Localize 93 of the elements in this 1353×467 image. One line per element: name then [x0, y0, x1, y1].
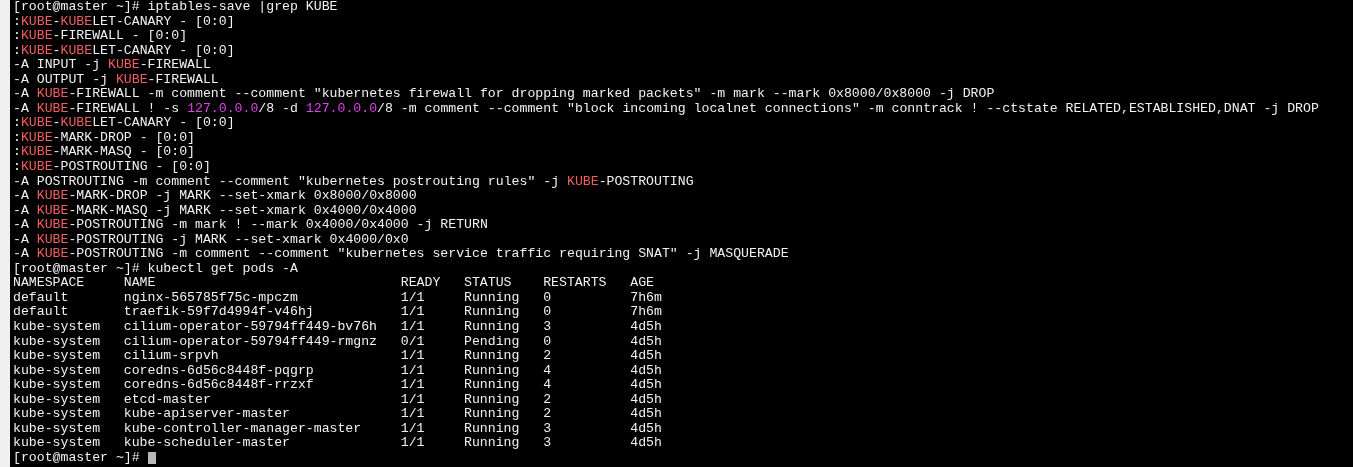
table-cell: Running — [464, 363, 520, 379]
table-cell: 0 — [543, 290, 552, 306]
table-cell: kube-system — [13, 320, 101, 335]
table-cell: Running — [464, 378, 520, 393]
table-cell: 1/1 — [400, 392, 425, 408]
table-cell: 4d5h — [630, 407, 662, 422]
table-cell: default — [13, 290, 69, 306]
terminal-line: -A KUBE-MARK-MASQ -j MARK --set-xmark 0x4000/0x4000 — [13, 203, 417, 219]
table-cell: Running — [464, 421, 520, 437]
table-cell: 4d5h — [630, 320, 662, 335]
terminal-line: -A INPUT -j KUBE-FIREWALL — [13, 58, 211, 73]
table-cell: 1/1 — [400, 290, 425, 306]
table-cell: kube-system — [13, 363, 101, 379]
table-cell: Running — [464, 290, 520, 306]
table-cell: 4d5h — [630, 421, 662, 437]
table-cell: Running — [464, 320, 520, 335]
table-cell: 1/1 — [400, 349, 425, 364]
table-cell: 3 — [543, 421, 552, 437]
table-cell: kube-controller-manager-master — [123, 421, 362, 437]
table-cell: cilium-operator-59794ff449-bv76h — [123, 320, 378, 335]
terminal-line: :KUBE-FIREWALL - [0:0] — [13, 29, 188, 44]
table-cell: Pending — [464, 334, 520, 350]
table-cell: traefik-59f7d4994f-v46hj — [123, 305, 314, 321]
table-cell: 4d5h — [630, 349, 662, 364]
terminal-line: -A OUTPUT -j KUBE-FIREWALL — [13, 72, 219, 88]
column-header: STATUS — [464, 276, 512, 291]
table-cell: 1/1 — [400, 436, 425, 451]
terminal-line: -A KUBE-FIREWALL ! -s 127.0.0.0/8 -d 127.0.0.0/8 -m comment --comment "block incoming localnet connections" -m conntrack ! --ctstate RELATED,ESTABLISHED,DNAT -j DROP — [13, 101, 1319, 117]
terminal-line: :KUBE-KUBELET-CANARY - [0:0] — [13, 116, 235, 131]
column-header: NAME — [123, 276, 156, 291]
terminal-line: -A KUBE-POSTROUTING -m mark ! --mark 0x4000/0x4000 -j RETURN — [13, 218, 488, 233]
terminal-line: :KUBE-POSTROUTING - [0:0] — [13, 160, 211, 175]
table-cell: 2 — [543, 407, 552, 422]
text-cursor — [147, 452, 156, 465]
table-cell: 4d5h — [630, 363, 662, 379]
terminal-line: :KUBE-MARK-DROP - [0:0] — [13, 130, 196, 146]
table-cell: 3 — [543, 436, 552, 451]
terminal-line: -A KUBE-POSTROUTING -j MARK --set-xmark 0x4000/0x0 — [13, 232, 409, 248]
terminal-line: -A POSTROUTING -m comment --comment "kubernetes postrouting rules" -j KUBE-POSTROUTING — [13, 174, 694, 190]
table-cell: 4d5h — [630, 436, 662, 451]
table-cell: 7h6m — [630, 305, 662, 321]
table-cell: nginx-565785f75c-mpczm — [123, 290, 298, 306]
table-cell: etcd-master — [123, 392, 211, 408]
table-cell: kube-system — [13, 334, 101, 350]
table-cell: 4 — [543, 363, 552, 379]
table-cell: 4d5h — [630, 334, 662, 350]
table-cell: cilium-srpvh — [123, 349, 219, 364]
table-cell: kube-system — [13, 392, 101, 408]
table-cell: 2 — [543, 349, 552, 364]
table-cell: 1/1 — [400, 378, 425, 393]
terminal-line: -A KUBE-MARK-DROP -j MARK --set-xmark 0x8000/0x8000 — [13, 189, 417, 204]
table-cell: kube-system — [13, 421, 101, 437]
table-cell: 1/1 — [400, 407, 425, 422]
terminal-line: [root@master ~]# iptables-save |grep KUBE — [13, 0, 338, 15]
terminal-line: -A KUBE-POSTROUTING -m comment --comment "kubernetes service traffic requiring SNAT" -j MASQUERADE — [13, 247, 789, 262]
table-cell: coredns-6d56c8448f-rrzxf — [123, 378, 314, 393]
table-cell: 4d5h — [630, 392, 662, 408]
table-cell: 0 — [543, 305, 552, 321]
table-cell: kube-scheduler-master — [123, 436, 290, 451]
table-cell: kube-apiserver-master — [123, 407, 290, 422]
table-cell: 1/1 — [400, 320, 425, 335]
table-cell: coredns-6d56c8448f-pqgrp — [123, 363, 314, 379]
terminal-line: :KUBE-KUBELET-CANARY - [0:0] — [13, 43, 235, 59]
table-cell: 0 — [543, 334, 552, 350]
column-header: RESTARTS — [543, 276, 607, 291]
column-header: NAMESPACE — [13, 276, 85, 291]
table-cell: 1/1 — [400, 421, 425, 437]
table-cell: 0/1 — [400, 334, 425, 350]
column-header: READY — [400, 276, 441, 291]
table-cell: 3 — [543, 320, 552, 335]
table-cell: Running — [464, 305, 520, 321]
table-cell: 4d5h — [630, 378, 662, 393]
table-cell: 2 — [543, 392, 552, 408]
terminal-line: :KUBE-MARK-MASQ - [0:0] — [13, 145, 196, 160]
table-cell: kube-system — [13, 407, 101, 422]
table-cell: Running — [464, 407, 520, 422]
table-cell: cilium-operator-59794ff449-rmgnz — [123, 334, 378, 350]
command-prompt: [root@master ~]# — [13, 450, 140, 466]
table-cell: 1/1 — [400, 363, 425, 379]
terminal-line: :KUBE-KUBELET-CANARY - [0:0] — [13, 14, 235, 30]
table-cell: kube-system — [13, 349, 101, 364]
column-header: AGE — [630, 276, 654, 291]
table-cell: 4 — [543, 378, 552, 393]
table-cell: default — [13, 305, 69, 321]
table-cell: Running — [464, 349, 520, 364]
terminal-line: [root@master ~]# kubectl get pods -A — [13, 261, 298, 277]
table-cell: kube-system — [13, 436, 101, 451]
table-cell: Running — [464, 392, 520, 408]
table-cell: Running — [464, 436, 520, 451]
terminal-line: -A KUBE-FIREWALL -m comment --comment "kubernetes firewall for dropping marked packets" -m mark --mark 0x8000/0x8000 -j DROP — [13, 87, 995, 102]
table-cell: 1/1 — [400, 305, 425, 321]
table-cell: kube-system — [13, 378, 101, 393]
table-cell: 7h6m — [630, 290, 662, 306]
